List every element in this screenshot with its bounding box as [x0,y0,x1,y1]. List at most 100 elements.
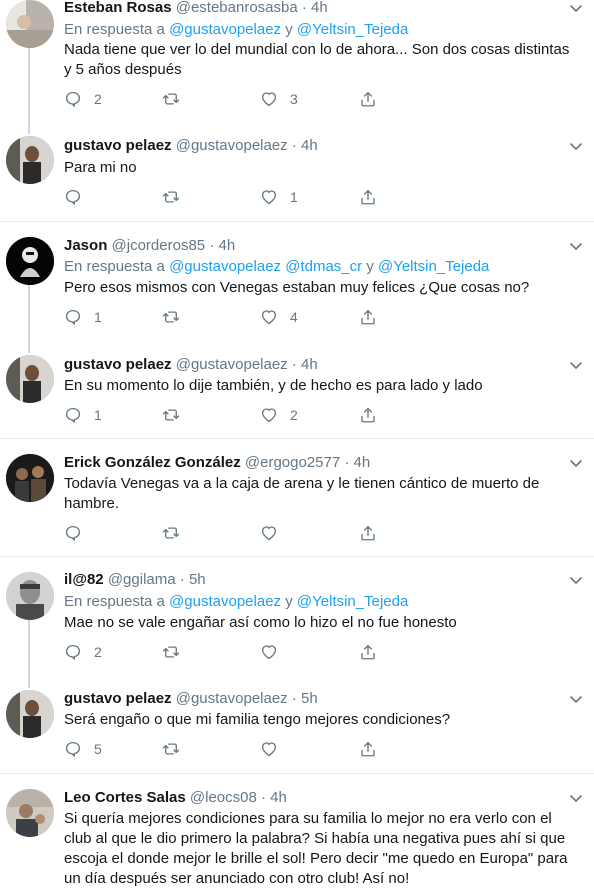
tweet-gustavo-pelaez[interactable]: gustavo pelaez @gustavopelaez · 5h Será … [0,675,594,773]
user-handle[interactable]: @gustavopelaez [176,356,288,373]
mention-link[interactable]: @Yeltsin_Tejeda [297,21,408,38]
tweet-erick-gonzalez[interactable]: Erick González González @ergogo2577 · 4h… [0,439,594,556]
user-handle[interactable]: @estebanrosasba [176,0,298,16]
separator-dot: · [344,454,350,471]
display-name[interactable]: Jason [64,237,107,254]
chevron-down-icon[interactable] [568,790,584,806]
share-icon [361,525,375,541]
chevron-down-icon[interactable] [568,138,584,154]
like-button[interactable]: 2 [260,405,298,425]
tweet-header: gustavo pelaez @gustavopelaez · 4h [64,136,558,156]
reply-button[interactable]: 2 [64,642,102,662]
timestamp[interactable]: 4h [301,356,318,373]
retweet-button[interactable] [162,307,192,327]
retweet-button[interactable] [162,739,192,759]
like-button[interactable] [260,523,290,543]
tweet-esteban-rosas[interactable]: Esteban Rosas @estebanrosasba · 4h En re… [0,0,594,118]
reply-button[interactable]: 2 [64,89,102,109]
reply-button[interactable]: 1 [64,307,102,327]
avatar[interactable] [6,572,54,620]
reply-button[interactable]: 5 [64,739,102,759]
tweet-il82[interactable]: il@82 @ggilama · 5h En respuesta a @gust… [0,557,594,675]
user-handle[interactable]: @jcorderos85 [112,237,206,254]
reply-button[interactable] [64,523,94,543]
reply-button[interactable] [64,187,94,207]
tweet-gustavo-pelaez[interactable]: gustavo pelaez @gustavopelaez · 4h En su… [0,340,594,438]
retweet-button[interactable] [162,523,192,543]
like-button[interactable] [260,642,290,662]
user-handle[interactable]: @leocs08 [190,789,257,806]
chevron-down-icon[interactable] [568,0,584,16]
mention-link[interactable]: @gustavopelaez [169,258,281,275]
share-icon [361,91,375,107]
chevron-down-icon[interactable] [568,572,584,588]
display-name[interactable]: il@82 [64,571,104,588]
timestamp[interactable]: 4h [270,789,287,806]
user-handle[interactable]: @ergogo2577 [245,454,340,471]
tweet-leo-cortes-salas[interactable]: Leo Cortes Salas @leocs08 · 4h Si quería… [0,774,594,889]
mention-link[interactable]: @Yeltsin_Tejeda [378,258,489,275]
share-button[interactable] [359,642,377,662]
separator-dot: · [179,571,185,588]
user-handle[interactable]: @gustavopelaez [176,137,288,154]
user-handle[interactable]: @ggilama [108,571,176,588]
display-name[interactable]: gustavo pelaez [64,356,172,373]
display-name[interactable]: gustavo pelaez [64,137,172,154]
retweet-button[interactable] [162,642,192,662]
separator-dot: · [291,137,297,154]
avatar[interactable] [6,454,54,502]
chevron-down-icon[interactable] [568,691,584,707]
timestamp[interactable]: 4h [301,137,318,154]
chevron-down-icon[interactable] [568,357,584,373]
share-button[interactable] [359,187,377,207]
thread-line [28,620,30,675]
avatar[interactable] [6,789,54,837]
retweet-button[interactable] [162,405,192,425]
chevron-down-icon[interactable] [568,238,584,254]
display-name[interactable]: Esteban Rosas [64,0,172,16]
timestamp[interactable]: 4h [218,237,235,254]
mention-link[interactable]: @gustavopelaez [169,21,281,38]
avatar[interactable] [6,690,54,738]
share-button[interactable] [359,307,377,327]
timestamp[interactable]: 4h [354,454,371,471]
display-name[interactable]: gustavo pelaez [64,690,172,707]
display-name[interactable]: Erick González González [64,454,241,471]
user-handle[interactable]: @gustavopelaez [176,690,288,707]
avatar[interactable] [6,0,54,48]
timestamp[interactable]: 4h [311,0,328,16]
tweet-jason[interactable]: Jason @jcorderos85 · 4h En respuesta a @… [0,222,594,340]
reply-count: 5 [94,741,102,757]
reply-button[interactable]: 1 [64,405,102,425]
retweet-button[interactable] [162,89,192,109]
timestamp[interactable]: 5h [189,571,206,588]
share-button[interactable] [359,405,377,425]
share-button[interactable] [359,739,377,759]
like-button[interactable]: 1 [260,187,298,207]
like-button[interactable] [260,739,290,759]
share-button[interactable] [359,89,377,109]
display-name[interactable]: Leo Cortes Salas [64,789,186,806]
tweet-text: Nada tiene que ver lo del mundial con lo… [64,41,570,78]
heart-icon [261,526,277,541]
mention-link[interactable]: @tdmas_cr [285,258,362,275]
avatar[interactable] [6,237,54,285]
chevron-down-icon[interactable] [568,455,584,471]
avatar[interactable] [6,355,54,403]
retweet-button[interactable] [162,187,192,207]
retweet-icon [162,743,180,755]
like-button[interactable]: 3 [260,89,298,109]
like-button[interactable]: 4 [260,307,298,327]
mention-link[interactable]: @Yeltsin_Tejeda [297,593,408,610]
tweet-gustavo-pelaez[interactable]: gustavo pelaez @gustavopelaez · 4h Para … [0,118,594,222]
mention-link[interactable]: @gustavopelaez [169,593,281,610]
timestamp[interactable]: 5h [301,690,318,707]
thread-line [28,675,30,688]
reply-joiner: y [285,593,293,610]
avatar[interactable] [6,136,54,184]
like-count: 2 [290,407,298,423]
share-button[interactable] [359,523,377,543]
reply-icon [65,189,81,205]
heart-icon [261,408,277,423]
reply-context: En respuesta a @gustavopelaez y @Yeltsin… [64,20,408,40]
